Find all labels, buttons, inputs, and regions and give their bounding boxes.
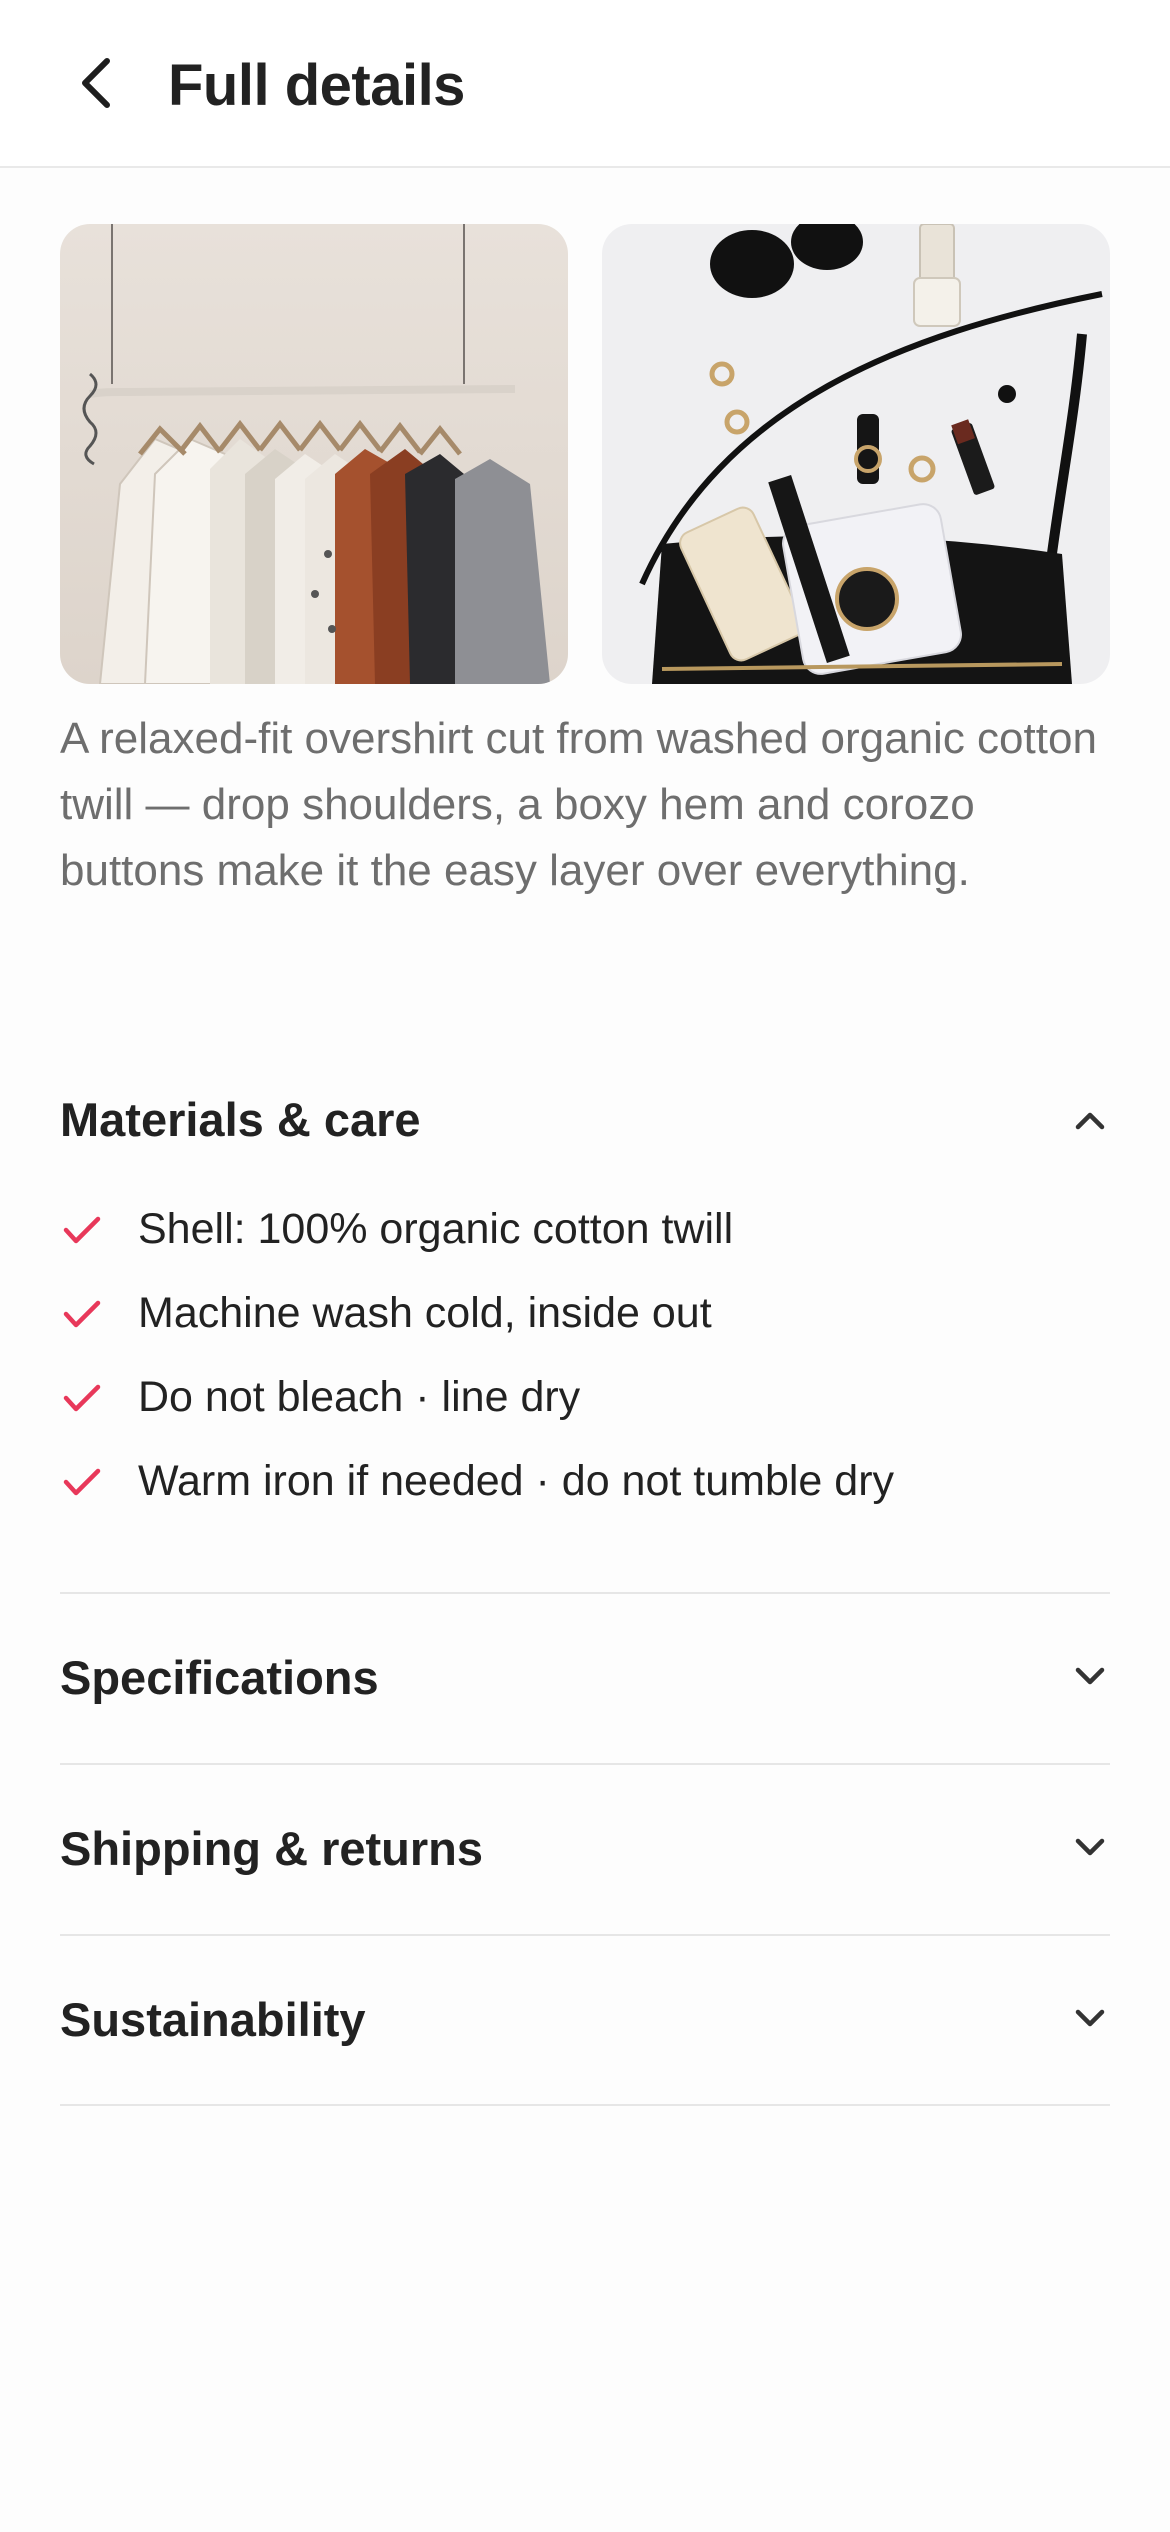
back-button[interactable] — [60, 48, 130, 118]
care-item-text: Shell: 100% organic cotton twill — [138, 1205, 734, 1253]
care-item-text: Do not bleach · line dry — [138, 1373, 581, 1421]
chevron-down-icon — [1070, 1998, 1110, 2038]
checkmark-icon — [60, 1210, 104, 1250]
divider — [60, 2104, 1110, 2106]
shipping-returns-title: Shipping & returns — [60, 1822, 483, 1875]
checkmark-icon — [60, 1462, 104, 1502]
materials-care-title: Materials & care — [60, 1093, 421, 1146]
sustainability-accordion[interactable]: Sustainability — [60, 1936, 1110, 2104]
list-item: Do not bleach · line dry — [60, 1356, 1110, 1440]
care-item-text: Machine wash cold, inside out — [138, 1289, 712, 1337]
sustainability-title: Sustainability — [60, 1993, 366, 2046]
list-item: Shell: 100% organic cotton twill — [60, 1188, 1110, 1272]
specifications-title: Specifications — [60, 1651, 379, 1704]
care-list: Shell: 100% organic cotton twill Machine… — [60, 1188, 1110, 1524]
top-app-bar: Full details — [0, 0, 1170, 168]
chevron-down-icon — [1070, 1656, 1110, 1696]
page-title: Full details — [168, 53, 465, 118]
care-item-text: Warm iron if needed · do not tumble dry — [138, 1457, 895, 1505]
accessories-flatlay-image[interactable] — [602, 224, 1110, 684]
chevron-left-icon — [82, 58, 110, 108]
shipping-returns-accordion[interactable]: Shipping & returns — [60, 1765, 1110, 1933]
chevron-down-icon — [1070, 1827, 1110, 1867]
specifications-accordion[interactable]: Specifications — [60, 1594, 1110, 1762]
list-item: Machine wash cold, inside out — [60, 1272, 1110, 1356]
materials-care-header[interactable]: Materials & care — [60, 1080, 1110, 1160]
chevron-up-icon — [1070, 1100, 1110, 1140]
clothing-rack-image[interactable] — [60, 224, 568, 684]
product-description: A relaxed-fit overshirt cut from washed … — [60, 714, 1097, 895]
list-item: Warm iron if needed · do not tumble dry — [60, 1440, 1110, 1524]
checkmark-icon — [60, 1378, 104, 1418]
image-gallery — [60, 224, 1110, 684]
checkmark-icon — [60, 1294, 104, 1334]
